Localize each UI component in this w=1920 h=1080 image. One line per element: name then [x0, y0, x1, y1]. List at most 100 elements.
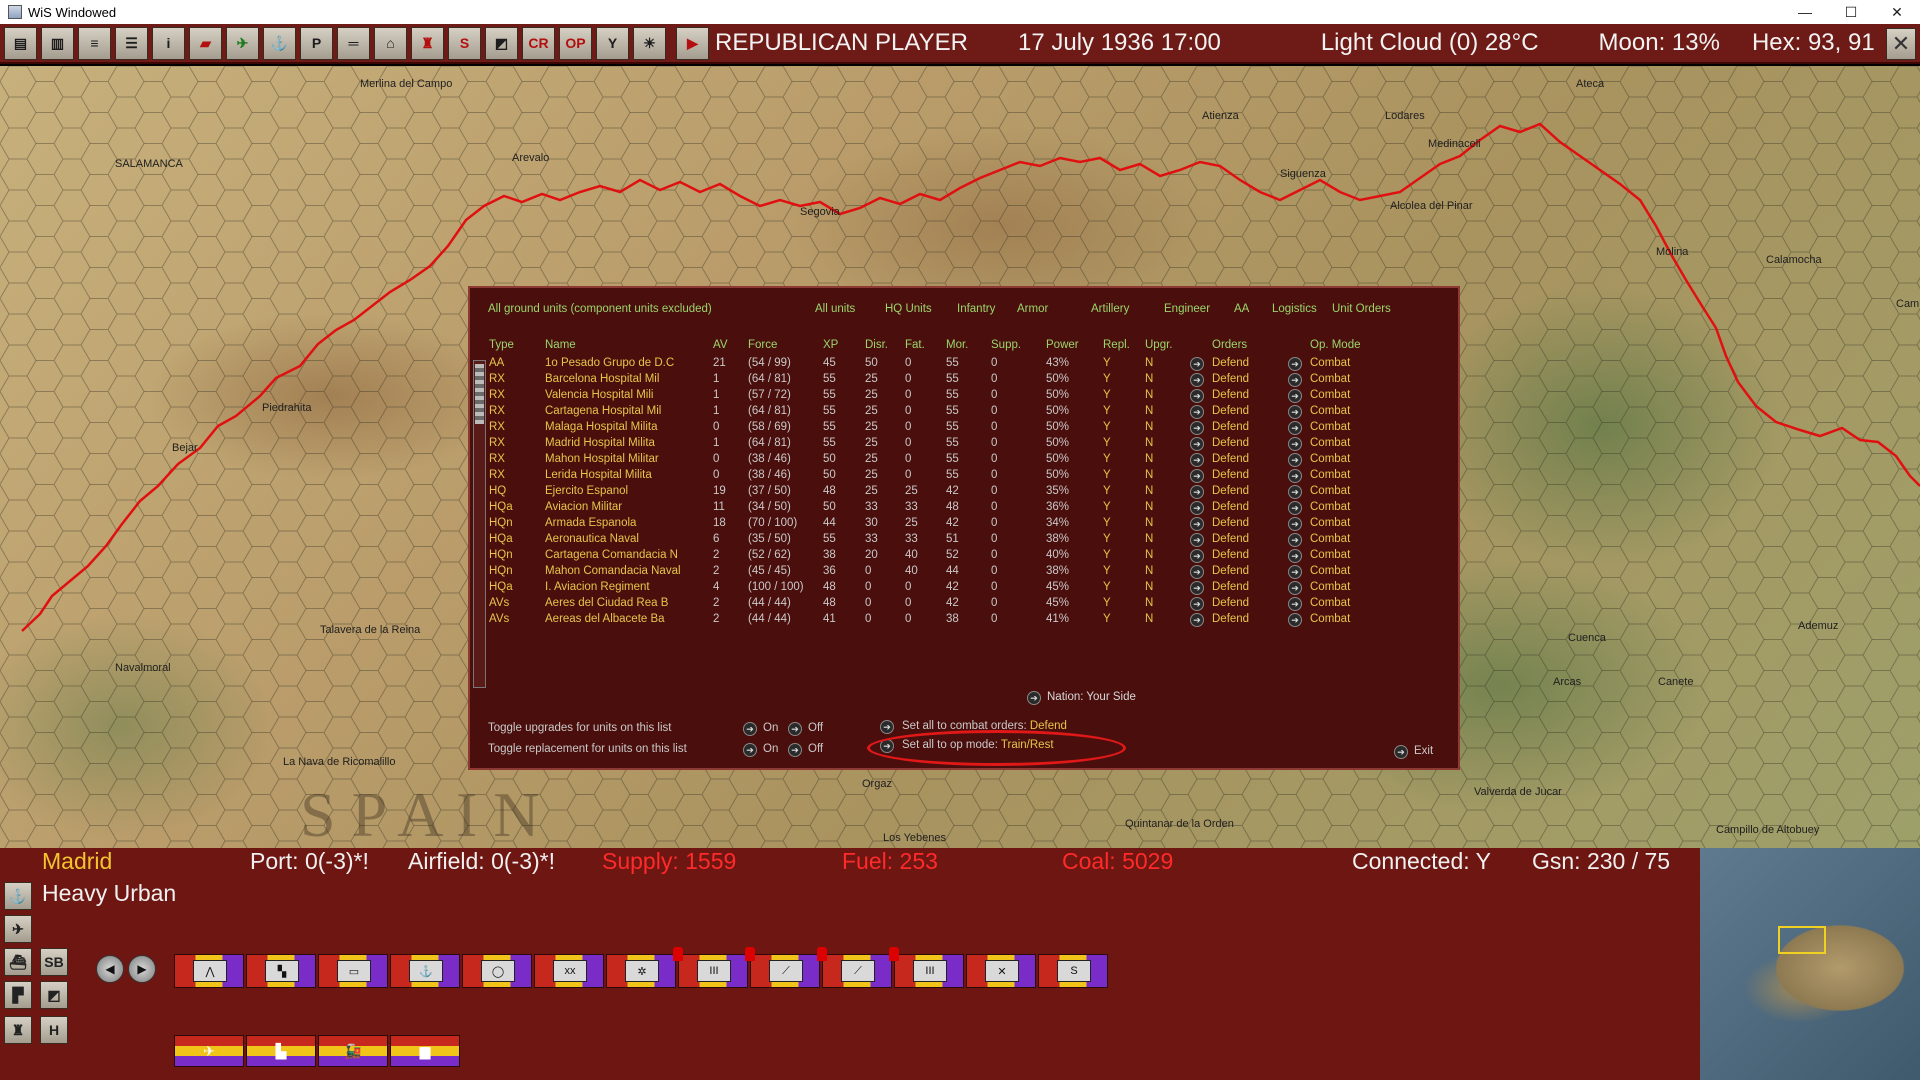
column-header[interactable]: Force: [748, 339, 777, 351]
sb-button[interactable]: SB: [40, 948, 68, 976]
opmode-arrow-button[interactable]: ➔: [1288, 437, 1302, 451]
orders-arrow-button[interactable]: ➔: [1190, 549, 1204, 563]
cell-name[interactable]: Aeronautica Naval: [545, 533, 705, 545]
save-icon[interactable]: ▤: [4, 26, 37, 60]
cell-upgr[interactable]: N: [1145, 565, 1153, 577]
unit-counter[interactable]: S: [1038, 954, 1108, 988]
filter-tab-infantry[interactable]: Infantry: [957, 303, 995, 315]
column-header[interactable]: Repl.: [1103, 339, 1130, 351]
filter-tab-all-units[interactable]: All units: [815, 303, 855, 315]
column-header[interactable]: Op. Mode: [1310, 339, 1361, 351]
column-header[interactable]: Fat.: [905, 339, 925, 351]
orders-arrow-button[interactable]: ➔: [1190, 597, 1204, 611]
orders-arrow-button[interactable]: ➔: [1190, 437, 1204, 451]
cell-upgr[interactable]: N: [1145, 501, 1153, 513]
unit-counter[interactable]: III: [673, 947, 748, 988]
table-row[interactable]: HQa I. Aviacion Regiment 4 (100 / 100) 48 0 0 4…: [470, 581, 1430, 597]
cell-name[interactable]: Armada Espanola: [545, 517, 705, 529]
h-button[interactable]: H: [40, 1016, 68, 1044]
list-icon[interactable]: ☰: [115, 26, 148, 60]
unit-counter[interactable]: ▭: [318, 954, 388, 988]
orders-arrow-button[interactable]: ➔: [1190, 613, 1204, 627]
table-row[interactable]: HQn Armada Espanola 18 (70 / 100) 44 30 25 42 0 3…: [470, 517, 1430, 533]
orders-arrow-button[interactable]: ➔: [1190, 373, 1204, 387]
column-header[interactable]: Name: [545, 339, 576, 351]
opmode-arrow-button[interactable]: ➔: [1288, 581, 1302, 595]
cell-repl[interactable]: Y: [1103, 501, 1111, 513]
cell-upgr[interactable]: N: [1145, 453, 1153, 465]
cell-repl[interactable]: Y: [1103, 373, 1111, 385]
orders-arrow-button[interactable]: ➔: [1190, 469, 1204, 483]
column-header[interactable]: XP: [823, 339, 838, 351]
unit-counter[interactable]: ▚: [246, 954, 316, 988]
unit-counter[interactable]: ⟋: [745, 947, 820, 988]
filter-tab-hq-units[interactable]: HQ Units: [885, 303, 932, 315]
opmode-arrow-button[interactable]: ➔: [1288, 533, 1302, 547]
cell-name[interactable]: Valencia Hospital Mili: [545, 389, 705, 401]
filter-tab-logistics[interactable]: Logistics: [1272, 303, 1317, 315]
end-turn-icon[interactable]: ▶: [676, 26, 709, 60]
flag-icon[interactable]: ▰: [189, 26, 222, 60]
cell-upgr[interactable]: N: [1145, 613, 1153, 625]
opmode-arrow-button[interactable]: ➔: [1288, 373, 1302, 387]
table-row[interactable]: RX Mahon Hospital Militar 0 (38 / 46) 50 25 0 5…: [470, 453, 1430, 469]
map-icon[interactable]: ◩: [485, 26, 518, 60]
table-row[interactable]: AVs Aereas del Albacete Ba 2 (44 / 44) 41 0 0 3…: [470, 613, 1430, 629]
cell-name[interactable]: Mahon Comandacia Naval: [545, 565, 705, 577]
orders-arrow-button[interactable]: ➔: [1190, 405, 1204, 419]
cell-repl[interactable]: Y: [1103, 469, 1111, 481]
column-header[interactable]: Supp.: [991, 339, 1021, 351]
column-header[interactable]: Type: [489, 339, 514, 351]
cell-upgr[interactable]: N: [1145, 389, 1153, 401]
opmode-arrow-button[interactable]: ➔: [1288, 517, 1302, 531]
cell-repl[interactable]: Y: [1103, 533, 1111, 545]
cell-repl[interactable]: Y: [1103, 421, 1111, 433]
map-thumb-icon[interactable]: ◩: [40, 981, 68, 1009]
filter-tab-armor[interactable]: Armor: [1017, 303, 1048, 315]
cell-upgr[interactable]: N: [1145, 469, 1153, 481]
cell-repl[interactable]: Y: [1103, 597, 1111, 609]
cell-name[interactable]: Aereas del Albacete Ba: [545, 613, 705, 625]
replacement-off-button[interactable]: ➔: [788, 743, 802, 757]
cell-name[interactable]: Aviacion Militar: [545, 501, 705, 513]
next-unit-button[interactable]: ▶: [128, 955, 156, 983]
cell-repl[interactable]: Y: [1103, 549, 1111, 561]
cell-upgr[interactable]: N: [1145, 549, 1153, 561]
support-unit-counter[interactable]: ▙: [246, 1035, 316, 1067]
table-row[interactable]: RX Madrid Hospital Milita 1 (64 / 81) 55 25 0 5…: [470, 437, 1430, 453]
orders-arrow-button[interactable]: ➔: [1190, 501, 1204, 515]
opmode-arrow-button[interactable]: ➔: [1288, 357, 1302, 371]
support-unit-counter[interactable]: ✈: [174, 1035, 244, 1067]
opmode-arrow-button[interactable]: ➔: [1288, 469, 1302, 483]
orders-arrow-button[interactable]: ➔: [1190, 485, 1204, 499]
unit-counter[interactable]: xx: [534, 954, 604, 988]
unit-counter[interactable]: III: [889, 947, 964, 988]
cell-name[interactable]: Aeres del Ciudad Rea B: [545, 597, 705, 609]
opmode-arrow-button[interactable]: ➔: [1288, 421, 1302, 435]
cell-name[interactable]: Lerida Hospital Milita: [545, 469, 705, 481]
unit-counter[interactable]: ✕: [966, 954, 1036, 988]
cell-repl[interactable]: Y: [1103, 453, 1111, 465]
unit-counter[interactable]: ⚓: [390, 954, 460, 988]
nation-arrow-button[interactable]: ➔: [1027, 691, 1041, 705]
maximize-button[interactable]: ☐: [1828, 0, 1874, 24]
filter-tab-artillery[interactable]: Artillery: [1091, 303, 1129, 315]
column-header[interactable]: Disr.: [865, 339, 888, 351]
column-header[interactable]: Power: [1046, 339, 1079, 351]
opmode-arrow-button[interactable]: ➔: [1288, 597, 1302, 611]
opmode-arrow-button[interactable]: ➔: [1288, 565, 1302, 579]
table-row[interactable]: RX Cartagena Hospital Mil 1 (64 / 81) 55 25 0 5…: [470, 405, 1430, 421]
cell-repl[interactable]: Y: [1103, 405, 1111, 417]
cell-upgr[interactable]: N: [1145, 581, 1153, 593]
minimap-viewport[interactable]: [1778, 926, 1826, 954]
orders-arrow-button[interactable]: ➔: [1190, 565, 1204, 579]
soldier-icon[interactable]: Y: [596, 26, 629, 60]
table-row[interactable]: HQn Mahon Comandacia Naval 2 (45 / 45) 36 0 40…: [470, 565, 1430, 581]
cell-repl[interactable]: Y: [1103, 389, 1111, 401]
filter-tab-aa[interactable]: AA: [1234, 303, 1249, 315]
upgrades-off-button[interactable]: ➔: [788, 722, 802, 736]
cell-repl[interactable]: Y: [1103, 565, 1111, 577]
column-header[interactable]: Mor.: [946, 339, 968, 351]
support-unit-counter[interactable]: 🚂: [318, 1035, 388, 1067]
table-row[interactable]: HQ Ejercito Espanol 19 (37 / 50) 48 25 25 42 0 35…: [470, 485, 1430, 501]
